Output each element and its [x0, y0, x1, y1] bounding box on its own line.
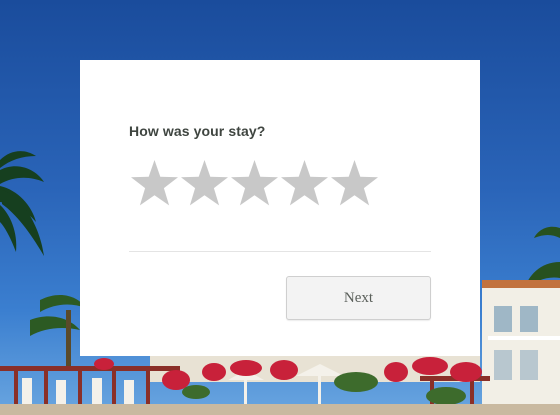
next-button[interactable]: Next — [286, 276, 431, 320]
star-rating[interactable] — [130, 157, 379, 211]
star-icon[interactable] — [280, 157, 329, 211]
palm-tree-middle — [30, 294, 86, 370]
rating-dialog: How was your stay? Next — [80, 60, 480, 356]
hotel-building-right — [482, 280, 560, 415]
divider — [129, 251, 431, 252]
palm-tree-left — [0, 151, 44, 256]
star-icon[interactable] — [230, 157, 279, 211]
question-label: How was your stay? — [129, 123, 266, 139]
star-icon[interactable] — [130, 157, 179, 211]
star-icon[interactable] — [180, 157, 229, 211]
star-icon[interactable] — [330, 157, 379, 211]
ground — [0, 404, 560, 415]
